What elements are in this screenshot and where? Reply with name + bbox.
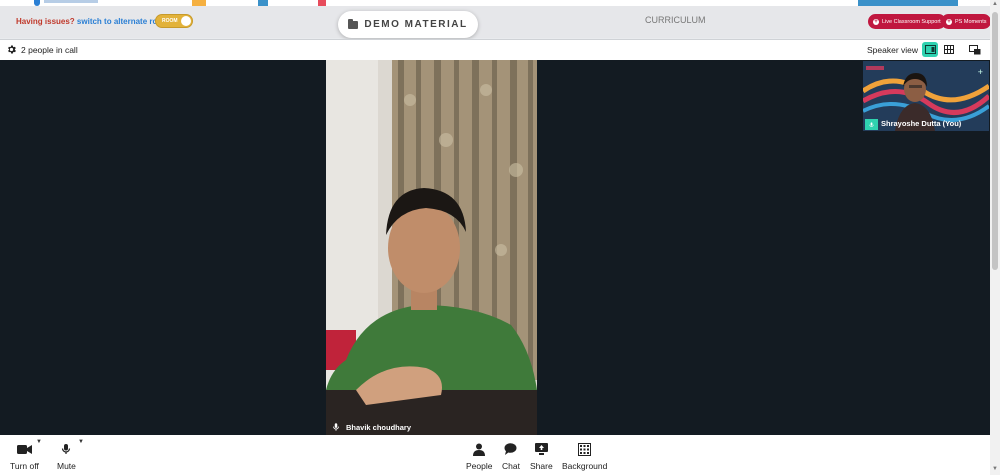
- picture-in-picture-icon: [969, 44, 981, 54]
- logo-fragment: [44, 0, 98, 3]
- microphone-icon: [869, 121, 874, 127]
- chevron-down-icon[interactable]: ▼: [36, 439, 42, 445]
- video-frame: [326, 60, 537, 435]
- app-root: Having issues? switch to alternate room …: [0, 0, 1000, 475]
- toggle-knob: [181, 16, 191, 26]
- people-button[interactable]: People: [466, 441, 492, 471]
- share-screen-icon: [534, 443, 548, 455]
- share-button[interactable]: Share: [530, 441, 553, 471]
- gear-icon[interactable]: [6, 44, 17, 55]
- moments-label: PS Moments: [955, 18, 987, 25]
- live-support-label: Live Classroom Support: [882, 18, 941, 25]
- plus-icon: +: [946, 18, 952, 25]
- self-mic-indicator: [865, 119, 878, 130]
- self-video-tile[interactable]: + Shrayoshe Dutta (You): [863, 61, 989, 131]
- self-participant-name: Shrayoshe Dutta (You): [881, 119, 962, 128]
- demo-material-label: DEMO MATERIAL: [364, 19, 468, 30]
- call-toolbar: 2 people in call Speaker view: [0, 39, 990, 60]
- classroom-tab: [858, 0, 958, 6]
- chat-button-label: Chat: [502, 461, 520, 471]
- speaker-view-button[interactable]: [922, 42, 938, 57]
- curriculum-tab[interactable]: CURRICULUM: [645, 15, 706, 25]
- demo-material-button[interactable]: DEMO MATERIAL: [338, 11, 478, 38]
- chevron-down-icon[interactable]: ▼: [78, 439, 84, 445]
- scroll-down-icon[interactable]: ▼: [991, 466, 999, 474]
- view-mode-label: Speaker view: [867, 45, 919, 55]
- grid-view-button[interactable]: [941, 42, 957, 57]
- alternate-room-toggle[interactable]: ROOM: [155, 14, 193, 28]
- camera-button-label: Turn off: [10, 461, 39, 471]
- issues-notice: Having issues? switch to alternate room: [16, 17, 169, 26]
- video-stage: Bhavik choudhary + Shrayoshe Dutta (You): [0, 60, 990, 435]
- chat-button[interactable]: Chat: [502, 441, 520, 471]
- mute-button[interactable]: Mute: [57, 441, 76, 471]
- background-button[interactable]: Background: [562, 441, 607, 471]
- background-button-label: Background: [562, 461, 608, 471]
- moments-button[interactable]: + PS Moments: [941, 14, 992, 29]
- issues-text: Having issues?: [16, 17, 75, 26]
- main-participant-name: Bhavik choudhary: [346, 422, 412, 432]
- picture-in-picture-button[interactable]: [967, 42, 983, 57]
- bottom-control-bar: Turn off ▼ Mute ▼ People Chat Share Back…: [0, 435, 990, 475]
- microphone-icon: [62, 444, 71, 454]
- grid-view-icon: [944, 45, 954, 54]
- expand-icon[interactable]: +: [978, 67, 983, 77]
- microphone-icon: [333, 423, 339, 431]
- main-participant-tag: Bhavik choudhary: [331, 421, 411, 433]
- share-button-label: Share: [530, 461, 553, 471]
- chat-icon: [504, 443, 517, 455]
- scroll-up-icon[interactable]: ▲: [991, 1, 999, 9]
- mute-button-label: Mute: [57, 461, 76, 471]
- folder-icon: [348, 18, 359, 29]
- camera-button[interactable]: Turn off: [10, 441, 39, 471]
- plus-icon: +: [873, 18, 879, 25]
- toggle-label: ROOM: [162, 18, 178, 24]
- people-count: 2 people in call: [21, 45, 78, 55]
- background-icon: [578, 442, 592, 456]
- camera-icon: [16, 444, 32, 454]
- live-support-button[interactable]: + Live Classroom Support: [868, 14, 946, 29]
- people-button-label: People: [466, 461, 493, 471]
- speaker-view-icon: [924, 45, 936, 54]
- person-icon: [473, 443, 486, 456]
- main-participant-video[interactable]: Bhavik choudhary: [326, 60, 537, 435]
- scrollbar-thumb[interactable]: [992, 12, 998, 270]
